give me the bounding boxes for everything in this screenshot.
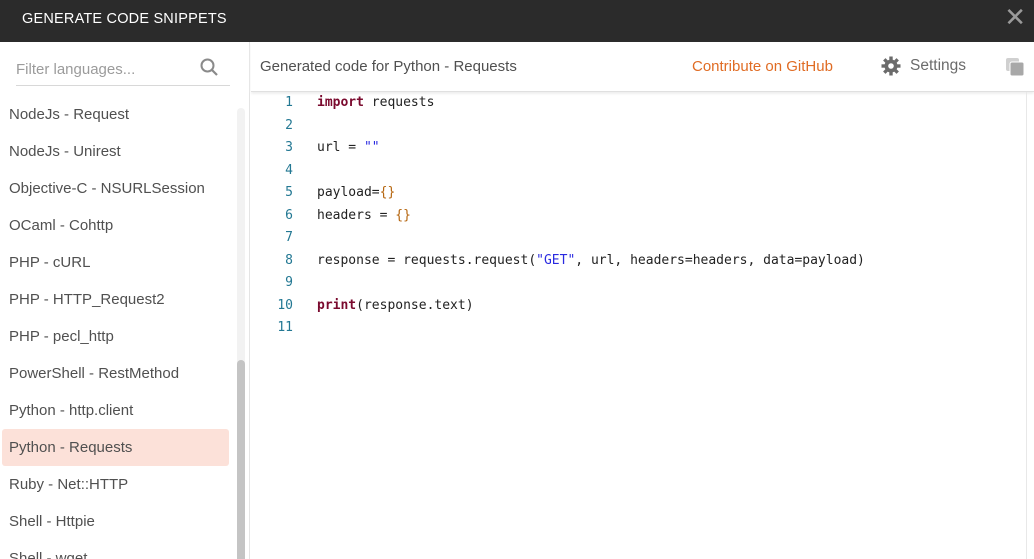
code-token: payload=: [317, 185, 380, 200]
language-item[interactable]: PowerShell - RestMethod: [2, 355, 229, 392]
language-item[interactable]: NodeJs - Request: [2, 96, 229, 133]
code-token: , url, headers=headers, data=payload): [575, 252, 865, 268]
code-token: "": [363, 140, 380, 155]
search-icon: [200, 58, 218, 76]
dialog-title: GENERATE CODE SNIPPETS: [22, 11, 227, 27]
code-line: 2: [251, 115, 1026, 138]
language-sidebar: NodeJs - RequestNodeJs - UnirestObjectiv…: [0, 42, 250, 559]
code-token: print: [317, 297, 357, 313]
line-text: [293, 317, 317, 340]
code-token: url =: [317, 140, 364, 155]
language-item[interactable]: Python - Requests: [2, 429, 229, 466]
line-number: 2: [285, 117, 293, 133]
code-line: 7: [251, 227, 1026, 250]
line-number: 7: [285, 230, 293, 245]
code-line: 10 print(response.text): [251, 295, 1026, 318]
language-item[interactable]: PHP - HTTP_Request2: [2, 281, 229, 318]
line-text: [293, 227, 317, 250]
language-item[interactable]: Shell - wget: [2, 540, 229, 559]
copy-icon[interactable]: [1005, 57, 1025, 77]
line-number: 9: [285, 275, 293, 290]
settings-label: Settings: [910, 57, 967, 74]
gear-icon: [881, 56, 901, 76]
code-token: "GET": [536, 252, 576, 268]
filter-languages-input[interactable]: [16, 56, 196, 82]
code-token: requests: [363, 95, 435, 110]
line-text: print(response.text): [293, 295, 474, 318]
code-line: 11: [251, 317, 1026, 340]
code-line: 8 response = requests.request("GET", url,…: [251, 250, 1026, 273]
line-number: 3: [285, 140, 293, 155]
close-icon[interactable]: ✕: [1004, 4, 1026, 30]
language-item[interactable]: Python - http.client: [2, 392, 229, 429]
code-line: 9: [251, 272, 1026, 295]
language-item[interactable]: PHP - cURL: [2, 244, 229, 281]
settings-button[interactable]: Settings: [881, 56, 966, 76]
line-text: [293, 160, 317, 183]
code-line: 4: [251, 160, 1026, 183]
language-item[interactable]: PHP - pecl_http: [2, 318, 229, 355]
language-list: NodeJs - Request NodeJs - Unirest Objectiv…: [2, 96, 229, 559]
line-number: 1: [285, 95, 293, 110]
code-token: import: [317, 95, 364, 110]
code-token: response = requests.request(: [317, 252, 537, 268]
sidebar-scrollbar[interactable]: [237, 108, 245, 559]
scrollbar-thumb[interactable]: [237, 360, 245, 559]
line-text: import requests: [293, 92, 434, 115]
line-text: [293, 115, 317, 138]
language-item[interactable]: NodeJs - Unirest: [2, 133, 229, 170]
code-token: headers =: [317, 207, 396, 223]
line-number: 5: [285, 185, 293, 200]
code-token: {}: [395, 207, 411, 223]
line-text: headers = {}: [293, 205, 411, 228]
line-text: url = "": [293, 137, 380, 160]
line-number: 11: [277, 320, 293, 335]
filter-box: [16, 56, 230, 86]
code-line: 6 headers = {}: [251, 205, 1026, 228]
code-editor[interactable]: 1 import requests 2 3 url = "" 4 5 payload={} 6 h…: [251, 92, 1026, 559]
language-item[interactable]: Ruby - Net::HTTP: [2, 466, 229, 503]
line-number: 10: [277, 297, 293, 313]
line-number: 6: [285, 207, 293, 223]
code-line: 5 payload={}: [251, 182, 1026, 205]
code-header: Generated code for Python - Requests Con…: [251, 42, 1034, 92]
language-item[interactable]: Objective-C - NSURLSession: [2, 170, 229, 207]
line-number: 4: [285, 162, 293, 178]
title-bar: GENERATE CODE SNIPPETS ✕: [0, 0, 1034, 42]
code-line: 3 url = "": [251, 137, 1026, 160]
line-text: response = requests.request("GET", url, …: [293, 250, 865, 273]
line-text: payload={}: [293, 182, 395, 205]
line-number: 8: [285, 252, 293, 268]
code-token: (response.text): [356, 297, 474, 313]
code-title: Generated code for Python - Requests: [260, 58, 517, 75]
language-item[interactable]: OCaml - Cohttp: [2, 207, 229, 244]
language-item[interactable]: Shell - Httpie: [2, 503, 229, 540]
contribute-github-link[interactable]: Contribute on GitHub: [692, 58, 833, 75]
code-scrollbar[interactable]: [1026, 92, 1034, 559]
code-line: 1 import requests: [251, 92, 1026, 115]
line-text: [293, 272, 317, 295]
code-token: {}: [379, 185, 396, 200]
